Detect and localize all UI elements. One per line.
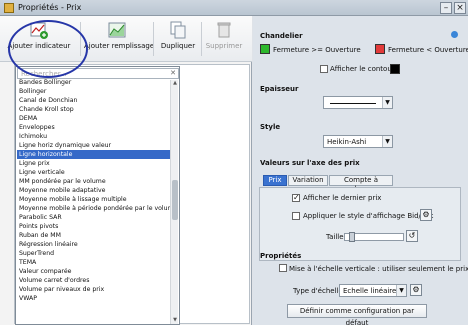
axis-values-heading: Valeurs sur l'axe des prix: [260, 159, 360, 167]
add-fill-label: Ajouter remplissage: [84, 42, 155, 50]
reset-icon[interactable]: ↺: [406, 230, 418, 242]
rise-label: Fermeture >= Ouverture: [273, 46, 361, 54]
scale-type-value: Echelle linéaire: [343, 287, 397, 295]
duplicate-button[interactable]: Dupliquer: [158, 20, 198, 50]
chevron-down-icon: ▼: [396, 285, 406, 296]
set-default-button[interactable]: Définir comme configuration par défaut: [287, 304, 427, 325]
indicator-list: Bandes Bollinger Bollinger Canal de Donchi…: [17, 78, 170, 303]
outline-checkbox[interactable]: [320, 65, 328, 73]
fall-color-swatch[interactable]: [375, 44, 385, 54]
list-item[interactable]: VWAP: [17, 294, 170, 303]
list-item[interactable]: Ligne verticale: [17, 168, 170, 177]
scroll-up-icon[interactable]: ▲: [171, 80, 179, 87]
list-item[interactable]: Valeur comparée: [17, 267, 170, 276]
line-preview: [330, 103, 376, 104]
indicator-dropdown[interactable]: Rechercher... ✕ Bandes Bollinger Bollinge…: [15, 66, 180, 325]
list-item[interactable]: Moyenne mobile à lissage multiple: [17, 195, 170, 204]
scroll-thumb[interactable]: [172, 180, 178, 220]
show-last-price-checkbox[interactable]: [292, 193, 300, 202]
outline-color-swatch[interactable]: [390, 64, 400, 74]
scale-type-select[interactable]: Echelle linéaire ▼: [339, 284, 407, 297]
list-item[interactable]: Moyenne mobile à période pondérée par le…: [17, 204, 170, 213]
app-icon: [4, 3, 14, 13]
toolbar-separator: [153, 22, 154, 56]
list-item[interactable]: Parabolic SAR: [17, 213, 170, 222]
list-item[interactable]: Ligne horizontale: [17, 150, 170, 159]
vertical-scale-label: Mise à l'échelle verticale : utiliser se…: [289, 265, 468, 273]
scale-type-label: Type d'échelle: [293, 287, 343, 295]
style-select[interactable]: Heikin-Ashi ▼: [323, 135, 393, 148]
list-item[interactable]: Ruban de MM: [17, 231, 170, 240]
duplicate-icon: [167, 20, 189, 40]
show-last-price-label: Afficher le dernier prix: [303, 194, 382, 202]
minimize-button[interactable]: –: [440, 2, 452, 14]
tab-variation[interactable]: Variation: [288, 175, 328, 186]
add-fill-icon: [106, 20, 128, 40]
add-fill-button[interactable]: Ajouter remplissage: [84, 20, 155, 50]
outline-label: Afficher le contour: [330, 65, 395, 73]
list-item[interactable]: MM pondérée par le volume: [17, 177, 170, 186]
list-item[interactable]: Volume carret d'ordres: [17, 276, 170, 285]
slider-knob[interactable]: [349, 232, 355, 242]
list-item[interactable]: TEMA: [17, 258, 170, 267]
fall-label: Fermeture < Ouverture: [388, 46, 468, 54]
list-item[interactable]: Bandes Bollinger: [17, 78, 170, 87]
size-slider[interactable]: [344, 232, 404, 242]
duplicate-label: Dupliquer: [160, 42, 196, 50]
list-item[interactable]: Enveloppes: [17, 123, 170, 132]
tab-countdown[interactable]: Compte à rebours: [329, 175, 393, 193]
wrench-icon[interactable]: ⚙: [410, 284, 422, 296]
epaisseur-heading: Epaisseur: [260, 85, 299, 93]
list-item[interactable]: Bollinger: [17, 87, 170, 96]
list-scrollbar[interactable]: ▲ ▼: [170, 80, 178, 324]
properties-heading: Propriétés: [260, 252, 302, 260]
tab-panel-prix: Afficher le dernier prix Appliquer le st…: [259, 187, 461, 261]
list-item[interactable]: DEMA: [17, 114, 170, 123]
bid-ask-label: Appliquer le style d'affichage Bid/Ask: [303, 212, 434, 220]
chevron-down-icon: ▼: [382, 97, 392, 108]
list-item[interactable]: Ligne horiz dynamique valeur: [17, 141, 170, 150]
list-item[interactable]: Régression linéaire: [17, 240, 170, 249]
list-item[interactable]: Canal de Donchian: [17, 96, 170, 105]
chandelier-heading: Chandelier: [260, 32, 303, 40]
scroll-down-icon[interactable]: ▼: [171, 317, 179, 324]
bid-ask-checkbox[interactable]: [292, 212, 300, 220]
trash-icon: [213, 20, 235, 40]
title-bar: Propriétés - Prix – ×: [0, 0, 468, 16]
thickness-select[interactable]: ▼: [323, 96, 393, 109]
delete-label: Supprimer: [205, 42, 243, 50]
style-value: Heikin-Ashi: [327, 138, 367, 146]
list-item[interactable]: Ligne prix: [17, 159, 170, 168]
tab-prix[interactable]: Prix: [263, 175, 287, 186]
list-item[interactable]: Volume par niveaux de prix: [17, 285, 170, 294]
vertical-scale-checkbox[interactable]: [279, 264, 287, 272]
list-item[interactable]: Points pivots: [17, 222, 170, 231]
rise-color-swatch[interactable]: [260, 44, 270, 54]
list-item[interactable]: Ichimoku: [17, 132, 170, 141]
help-icon[interactable]: [451, 31, 458, 38]
list-item[interactable]: SuperTrend: [17, 249, 170, 258]
clear-search-icon[interactable]: ✕: [170, 69, 176, 77]
chevron-down-icon: ▼: [382, 136, 392, 147]
close-button[interactable]: ×: [454, 2, 466, 14]
window-title: Propriétés - Prix: [18, 3, 82, 12]
list-item[interactable]: Moyenne mobile adaptative: [17, 186, 170, 195]
style-heading: Style: [260, 123, 281, 131]
highlight-circle: [8, 20, 88, 78]
list-item[interactable]: Chande Kroll stop: [17, 105, 170, 114]
properties-panel: Chandelier Fermeture >= Ouverture Fermet…: [253, 16, 468, 325]
wrench-icon[interactable]: ⚙: [420, 209, 432, 221]
toolbar-separator: [201, 22, 202, 56]
delete-button[interactable]: Supprimer: [204, 20, 244, 50]
